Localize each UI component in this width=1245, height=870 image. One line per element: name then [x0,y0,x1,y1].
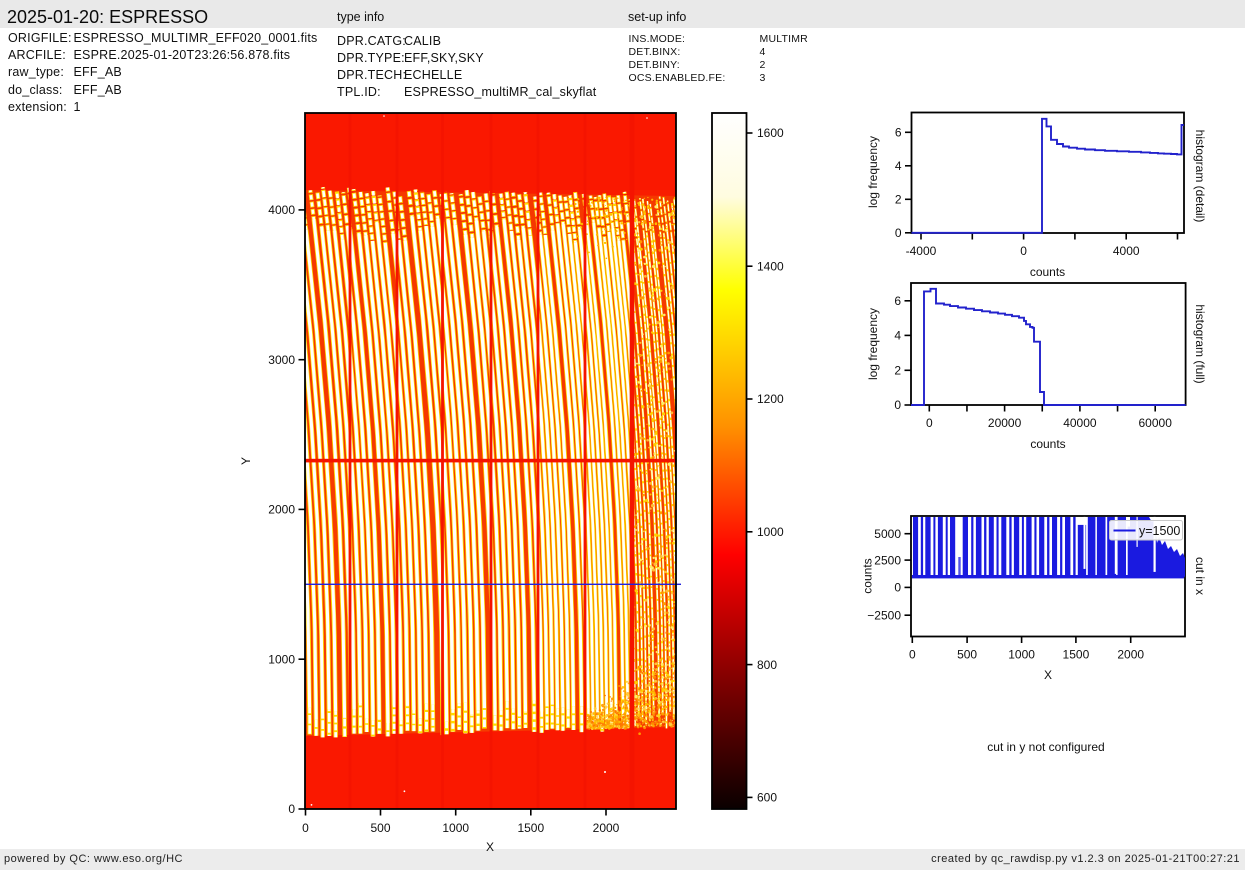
svg-text:4000: 4000 [1113,244,1140,258]
svg-text:500: 500 [957,648,977,662]
svg-text:X: X [486,840,494,854]
svg-text:1000: 1000 [1008,648,1035,662]
svg-text:6: 6 [895,126,902,140]
svg-text:0: 0 [894,581,901,595]
svg-text:2: 2 [894,364,901,378]
svg-text:4: 4 [894,329,901,343]
svg-text:1500: 1500 [517,821,544,835]
svg-text:1400: 1400 [757,259,784,273]
svg-text:500: 500 [370,821,390,835]
svg-text:1000: 1000 [442,821,469,835]
svg-text:60000: 60000 [1139,416,1173,430]
svg-text:1200: 1200 [757,392,784,406]
svg-text:3000: 3000 [268,353,295,367]
svg-text:4000: 4000 [268,203,295,217]
svg-text:-4000: -4000 [906,244,937,258]
svg-text:counts: counts [1030,265,1065,279]
svg-text:4: 4 [895,159,902,173]
svg-text:0: 0 [895,226,902,240]
svg-text:y=1500: y=1500 [1139,524,1180,538]
svg-text:1500: 1500 [1063,648,1090,662]
svg-text:counts: counts [1030,437,1065,451]
svg-text:0: 0 [894,398,901,412]
svg-text:1000: 1000 [757,525,784,539]
svg-text:Y: Y [239,457,253,465]
svg-text:0: 0 [288,802,295,816]
svg-text:−2500: −2500 [867,608,901,622]
svg-text:600: 600 [757,791,777,805]
svg-text:log frequency: log frequency [866,308,880,380]
svg-text:counts: counts [861,558,875,593]
svg-text:cut in y not configured: cut in y not configured [987,740,1104,754]
svg-text:0: 0 [909,648,916,662]
svg-text:0: 0 [926,416,933,430]
svg-text:2000: 2000 [1117,648,1144,662]
svg-text:X: X [1044,668,1052,682]
svg-text:1000: 1000 [268,652,295,666]
svg-text:0: 0 [302,821,309,835]
svg-text:histogram (full): histogram (full) [1193,304,1207,383]
svg-text:40000: 40000 [1063,416,1097,430]
svg-text:2: 2 [895,193,902,207]
svg-text:800: 800 [757,658,777,672]
svg-text:histogram (detail): histogram (detail) [1193,130,1207,223]
svg-text:20000: 20000 [988,416,1022,430]
svg-text:0: 0 [1020,244,1027,258]
svg-text:log frequency: log frequency [866,136,880,208]
svg-text:5000: 5000 [874,527,901,541]
svg-text:1600: 1600 [757,126,784,140]
svg-text:2500: 2500 [874,553,901,567]
svg-text:cut in x: cut in x [1193,557,1207,595]
svg-text:2000: 2000 [593,821,620,835]
svg-text:6: 6 [894,294,901,308]
svg-text:2000: 2000 [268,503,295,517]
